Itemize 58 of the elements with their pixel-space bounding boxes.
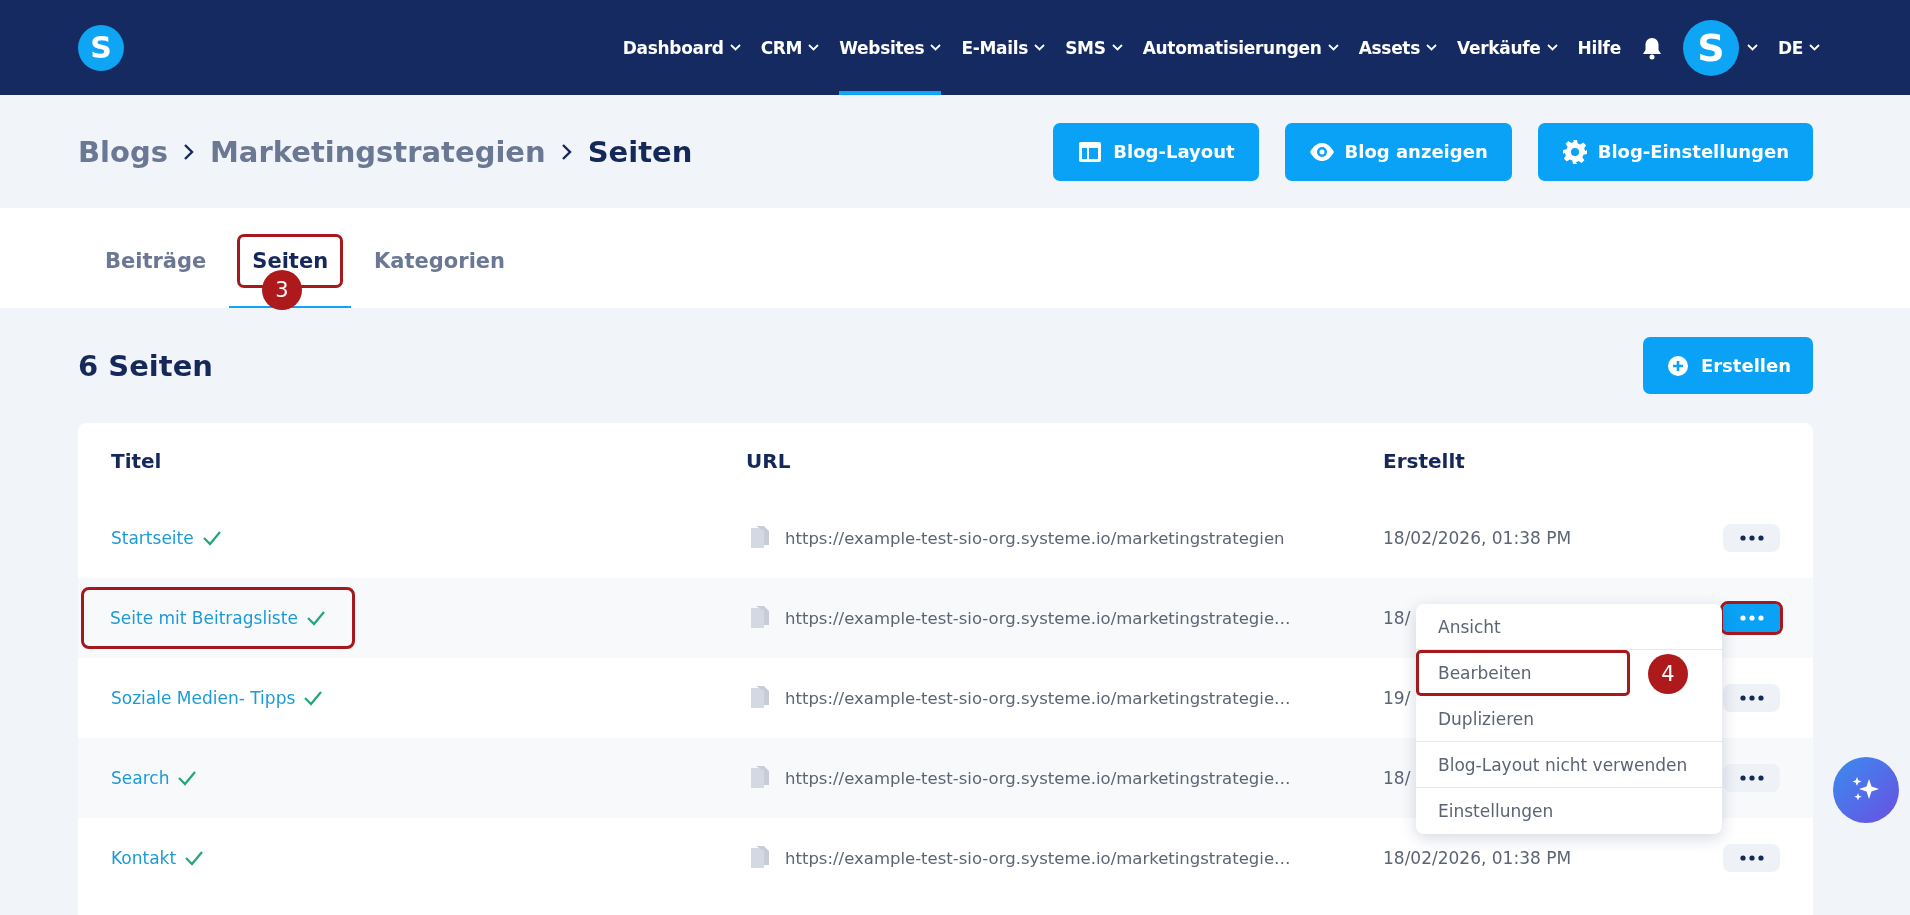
page-title-link[interactable]: Startseite — [111, 522, 222, 554]
url-text: https://example-test-sio-org.systeme.io/marketingstrategie… — [785, 608, 1291, 628]
nav-item[interactable]: Dashboard — [622, 0, 741, 95]
dots-icon — [1738, 855, 1765, 861]
nav-item[interactable]: Websites — [839, 0, 942, 95]
menu-item[interactable]: Ansicht — [1416, 604, 1722, 650]
nav-item[interactable]: Assets — [1358, 0, 1437, 95]
nav-item[interactable]: Automatisierungen — [1142, 0, 1339, 95]
step-number-badge: 3 — [262, 270, 302, 310]
column-header: URL — [746, 448, 792, 473]
tab[interactable]: Kategorien — [351, 208, 529, 308]
column-header: Erstellt — [1383, 448, 1466, 473]
created-date: 18/ — [1383, 608, 1411, 628]
more-options-button[interactable] — [1723, 684, 1780, 712]
url-text: https://example-test-sio-org.systeme.io/marketingstrategien — [785, 528, 1285, 548]
page-title-link[interactable]: Search — [111, 762, 198, 794]
menu-item[interactable]: Duplizieren — [1416, 696, 1722, 742]
page-title-link[interactable]: Soziale Medien- Tipps — [111, 682, 324, 714]
nav-item[interactable]: Verkäufe — [1457, 0, 1558, 95]
nav-item[interactable]: SMS — [1065, 0, 1123, 95]
page-count-heading: 6 Seiten — [78, 348, 213, 383]
check-icon — [201, 530, 222, 546]
check-icon — [303, 690, 324, 706]
more-options-button[interactable] — [1723, 844, 1780, 872]
check-icon — [177, 770, 198, 786]
url-text: https://example-test-sio-org.systeme.io/marketingstrategie… — [785, 848, 1291, 868]
created-date: 19/ — [1383, 688, 1411, 708]
dots-icon — [1738, 535, 1765, 541]
check-icon — [184, 850, 205, 866]
url-text: https://example-test-sio-org.systeme.io/marketingstrategie… — [785, 688, 1291, 708]
created-date: 18/02/2026, 01:38 PM — [1383, 528, 1572, 548]
gear-icon — [1561, 138, 1588, 165]
nav-item[interactable]: CRM — [760, 0, 820, 95]
more-options-button[interactable] — [1723, 764, 1780, 792]
caret-icon — [1746, 44, 1758, 51]
dots-icon — [1738, 775, 1765, 781]
breadcrumb-item[interactable]: Marketingstrategien — [210, 134, 546, 169]
column-header: Titel — [111, 448, 163, 473]
bell-icon[interactable] — [1640, 35, 1663, 60]
page-title-link[interactable]: Kontakt — [111, 842, 205, 874]
dots-icon — [1738, 695, 1765, 701]
language-selector[interactable]: DE — [1777, 0, 1820, 95]
url-text: https://example-test-sio-org.systeme.io/marketingstrategie… — [785, 768, 1291, 788]
created-date: 18/02/2026, 01:38 PM — [1383, 848, 1572, 868]
step-number-badge: 4 — [1648, 654, 1688, 694]
dots-icon — [1738, 615, 1765, 621]
tab[interactable]: Beiträge — [82, 208, 230, 308]
menu-item[interactable]: Bearbeiten — [1416, 650, 1630, 696]
nav-item[interactable]: Hilfe — [1577, 0, 1621, 95]
nav-item[interactable]: E-Mails — [961, 0, 1046, 95]
created-date: 18/ — [1383, 768, 1411, 788]
caret-icon — [1809, 44, 1820, 51]
check-icon — [305, 610, 326, 626]
page-title-link[interactable]: Seite mit Beitragsliste — [84, 590, 352, 646]
menu-item[interactable]: Einstellungen — [1416, 788, 1722, 834]
breadcrumb-item[interactable]: Blogs — [78, 134, 168, 169]
breadcrumb-item: Seiten — [587, 134, 693, 169]
more-options-button[interactable] — [1723, 524, 1780, 552]
